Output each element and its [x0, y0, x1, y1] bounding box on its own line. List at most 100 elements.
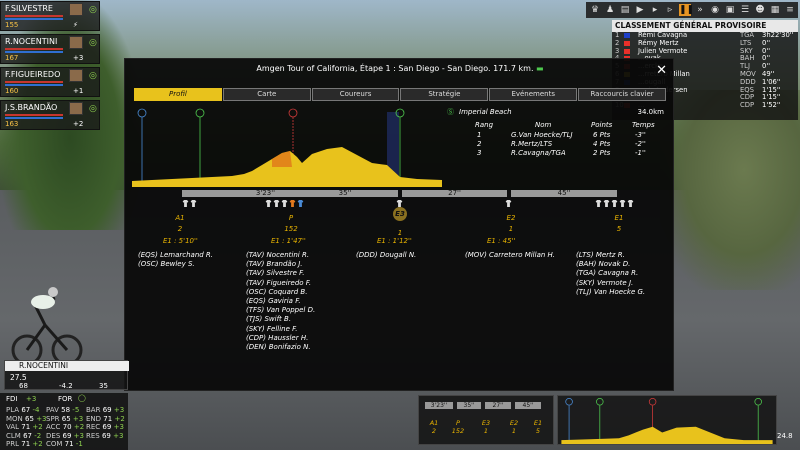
stat-label: CLM: [6, 431, 21, 440]
group-rider[interactable]: (CDP) Haussler H.: [246, 334, 315, 343]
tab-strategie[interactable]: Stratégie: [400, 88, 489, 101]
tab-raccourcis[interactable]: Raccourcis clavier: [578, 88, 666, 101]
group-rider[interactable]: (TAV) Figueiredo F.: [246, 279, 315, 288]
group-rider[interactable]: (SKY) Felline F.: [246, 325, 315, 334]
eye-icon[interactable]: ◉: [709, 4, 721, 16]
selected-rider-panel[interactable]: R.NOCENTINI 27.5 68 -4.2 35: [4, 360, 129, 390]
trophy-icon[interactable]: ♛: [589, 4, 601, 16]
rider-avatar: [69, 36, 83, 49]
stat-value: 71: [21, 440, 31, 448]
stat-delta: +2: [32, 423, 43, 431]
group-rider[interactable]: (TGA) Cavagna R.: [576, 269, 645, 278]
group-riders-list: (TAV) Nocentini R. (TAV) Brandão J. (TAV) …: [246, 251, 315, 352]
close-icon[interactable]: ✕: [656, 63, 667, 78]
status-icon[interactable]: ◎: [89, 38, 97, 48]
group-rider[interactable]: (TAV) Nocentini R.: [246, 251, 315, 260]
group-rider[interactable]: (DEN) Bonifazio N.: [246, 343, 315, 352]
result-time: -2'': [635, 140, 646, 148]
stat-delta: +3: [73, 431, 84, 440]
mini-gap-segment: 3'23'': [425, 402, 453, 409]
group-rider[interactable]: (EQS) Gaviria F.: [246, 297, 315, 306]
group-rider[interactable]: (EQS) Lemarchand R.: [138, 251, 213, 260]
tab-profil[interactable]: Profil: [134, 88, 222, 101]
col-time: Temps: [632, 121, 655, 129]
mini-checkpoint[interactable]: E2 1: [505, 419, 523, 435]
stat-delta: +3: [113, 423, 124, 431]
rider-name: R.NOCENTINI: [5, 37, 58, 46]
gap-to-leader: E1 : 5'10'': [163, 237, 198, 245]
group-rider[interactable]: (TAV) Silvestre F.: [246, 269, 315, 278]
mini-checkpoint[interactable]: A1 2: [425, 419, 443, 435]
group-checkpoint[interactable]: P 152: [281, 214, 301, 233]
play-icon[interactable]: ▶: [634, 4, 646, 16]
status-icon[interactable]: ◎: [89, 104, 97, 114]
distance-readout: 24.8: [777, 432, 793, 440]
list-icon[interactable]: ☰: [739, 4, 751, 16]
rider-card[interactable]: R.NOCENTINI ◎ 167 +3: [0, 34, 100, 64]
stat-cell: RES 69 +3: [86, 432, 123, 440]
group-rider[interactable]: (OSC) Coquard B.: [246, 288, 315, 297]
rider-card[interactable]: F.FIGUEIREDO ◎ 160 +1: [0, 67, 100, 97]
checkpoint-count: 5: [616, 225, 622, 233]
stat-label: MON: [6, 414, 23, 423]
status-icon[interactable]: ◎: [89, 5, 97, 15]
group-rider[interactable]: (TAV) Brandão J.: [246, 260, 315, 269]
jersey-icon: [190, 200, 197, 207]
mini-checkpoint[interactable]: E1 5: [529, 419, 547, 435]
jersey-icon: [603, 200, 610, 207]
group-rider[interactable]: (BAH) Novak D.: [576, 260, 645, 269]
rider-card[interactable]: J.S.BRANDÃO ◎ 163 +2: [0, 100, 100, 130]
group-rider[interactable]: (MOV) Carretero Millan H.: [465, 251, 555, 260]
pause-icon[interactable]: ❚❚: [679, 4, 694, 16]
checkpoint-type: E1: [533, 419, 543, 427]
group-rider[interactable]: (TFS) Van Poppel D.: [246, 306, 315, 315]
mini-groups-panel[interactable]: 3'23'' 35'' 27'' 45'' A1 2 P 152 E3 1 E2 1 E1 5: [418, 395, 554, 445]
chart-icon[interactable]: ▤: [619, 4, 631, 16]
mini-checkpoint[interactable]: E3 1: [477, 419, 495, 435]
status-icon[interactable]: ◎: [89, 71, 97, 81]
stage-title: Amgen Tour of California, Étape 1 : San …: [256, 64, 534, 73]
health-bar: [5, 81, 63, 83]
group-rider[interactable]: (DDD) Dougall N.: [356, 251, 416, 260]
tab-evenements[interactable]: Evénements: [489, 88, 578, 101]
jersey-icon: [505, 200, 512, 207]
camera-icon[interactable]: ▣: [724, 4, 736, 16]
group-riders-list: (EQS) Lemarchand R. (OSC) Bewley S.: [138, 251, 213, 269]
stat-delta: +3: [72, 414, 84, 423]
map-icon[interactable]: ▦: [769, 4, 781, 16]
group-checkpoint[interactable]: E2 1: [501, 214, 521, 233]
stat-delta: +3: [113, 406, 125, 414]
stage-profile-modal: Amgen Tour of California, Étape 1 : San …: [124, 58, 674, 391]
rider-icon[interactable]: ♟: [604, 4, 616, 16]
group-checkpoint[interactable]: E1 5: [609, 214, 629, 233]
checkpoint-count: 152: [284, 225, 298, 233]
stat-delta: -2: [34, 431, 42, 440]
team-icon[interactable]: ☻: [754, 4, 766, 16]
group-rider[interactable]: (LTS) Mertz R.: [576, 251, 645, 260]
speed-1-icon[interactable]: ▸: [649, 4, 661, 16]
speed-2-icon[interactable]: ▹: [664, 4, 676, 16]
checkpoint-type: A1: [429, 419, 439, 427]
tab-carte[interactable]: Carte: [222, 88, 311, 101]
stat-label: REC: [86, 423, 101, 431]
group-rider[interactable]: (TJS) Swift B.: [246, 315, 315, 324]
group-rider[interactable]: (SKY) Vermote J.: [576, 279, 645, 288]
stat-cell: PAV 58 -5: [46, 406, 79, 414]
group-rider[interactable]: (TLJ) Van Hoecke G.: [576, 288, 645, 297]
result-rider: R.Cavagna/TGA: [511, 149, 566, 157]
speed-3-icon[interactable]: »: [694, 4, 706, 16]
rider-card[interactable]: F.SILVESTRE ◎ 155 ⚡: [0, 1, 100, 31]
group-rider[interactable]: (OSC) Bewley S.: [138, 260, 213, 269]
mini-checkpoint[interactable]: P 152: [449, 419, 467, 435]
menu-icon[interactable]: ≡: [784, 4, 796, 16]
stat-value: 69: [102, 406, 112, 414]
checkpoint-type: P: [456, 419, 460, 427]
tab-coureurs[interactable]: Coureurs: [311, 88, 400, 101]
stat-label: VAL: [6, 423, 20, 431]
checkpoint-count: 1: [483, 427, 489, 435]
energy-value: 35: [99, 382, 108, 390]
group-checkpoint[interactable]: A1 2: [170, 214, 190, 233]
group-checkpoint-active[interactable]: E3: [393, 207, 407, 221]
gap-to-leader: E1 : 1'12'': [377, 237, 412, 245]
jersey-icon: [611, 200, 618, 207]
